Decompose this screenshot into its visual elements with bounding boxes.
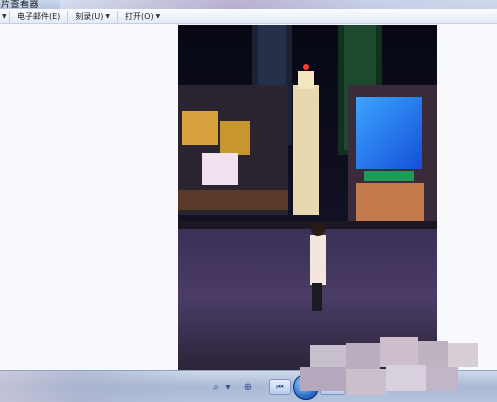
menu-open[interactable]: 打开(O) ▼ bbox=[121, 10, 164, 23]
title-bar-background bbox=[60, 0, 497, 9]
displayed-photo bbox=[178, 25, 437, 370]
night-square-photo bbox=[178, 25, 437, 370]
pixelated-overlay bbox=[300, 333, 482, 395]
menu-separator bbox=[67, 10, 69, 22]
menu-bar: ▼ 电子邮件(E) 刻录(U) ▼ 打开(O) ▼ bbox=[0, 9, 497, 24]
menu-separator bbox=[9, 10, 10, 22]
menu-email-label: 电子邮件(E) bbox=[17, 11, 61, 21]
menu-separator bbox=[117, 10, 119, 22]
chevron-down-icon[interactable]: ▼ bbox=[220, 379, 236, 395]
menu-burn-label: 刻录(U) bbox=[75, 11, 104, 21]
menu-email[interactable]: 电子邮件(E) bbox=[13, 10, 64, 23]
chevron-down-icon: ▼ bbox=[155, 12, 161, 20]
previous-icon[interactable]: ⏮ bbox=[269, 379, 291, 395]
window-title: 片查看器 bbox=[1, 0, 40, 9]
toolbar-background bbox=[0, 371, 200, 402]
menu-file[interactable]: ▼ bbox=[0, 10, 7, 23]
title-bar: 片查看器 bbox=[0, 0, 497, 9]
menu-burn[interactable]: 刻录(U) ▼ bbox=[71, 10, 114, 23]
fit-window-icon[interactable]: ⊕ bbox=[240, 379, 256, 395]
chevron-down-icon: ▼ bbox=[105, 12, 111, 20]
menu-open-label: 打开(O) bbox=[125, 11, 154, 21]
menu-file-caret: ▼ bbox=[2, 12, 7, 20]
